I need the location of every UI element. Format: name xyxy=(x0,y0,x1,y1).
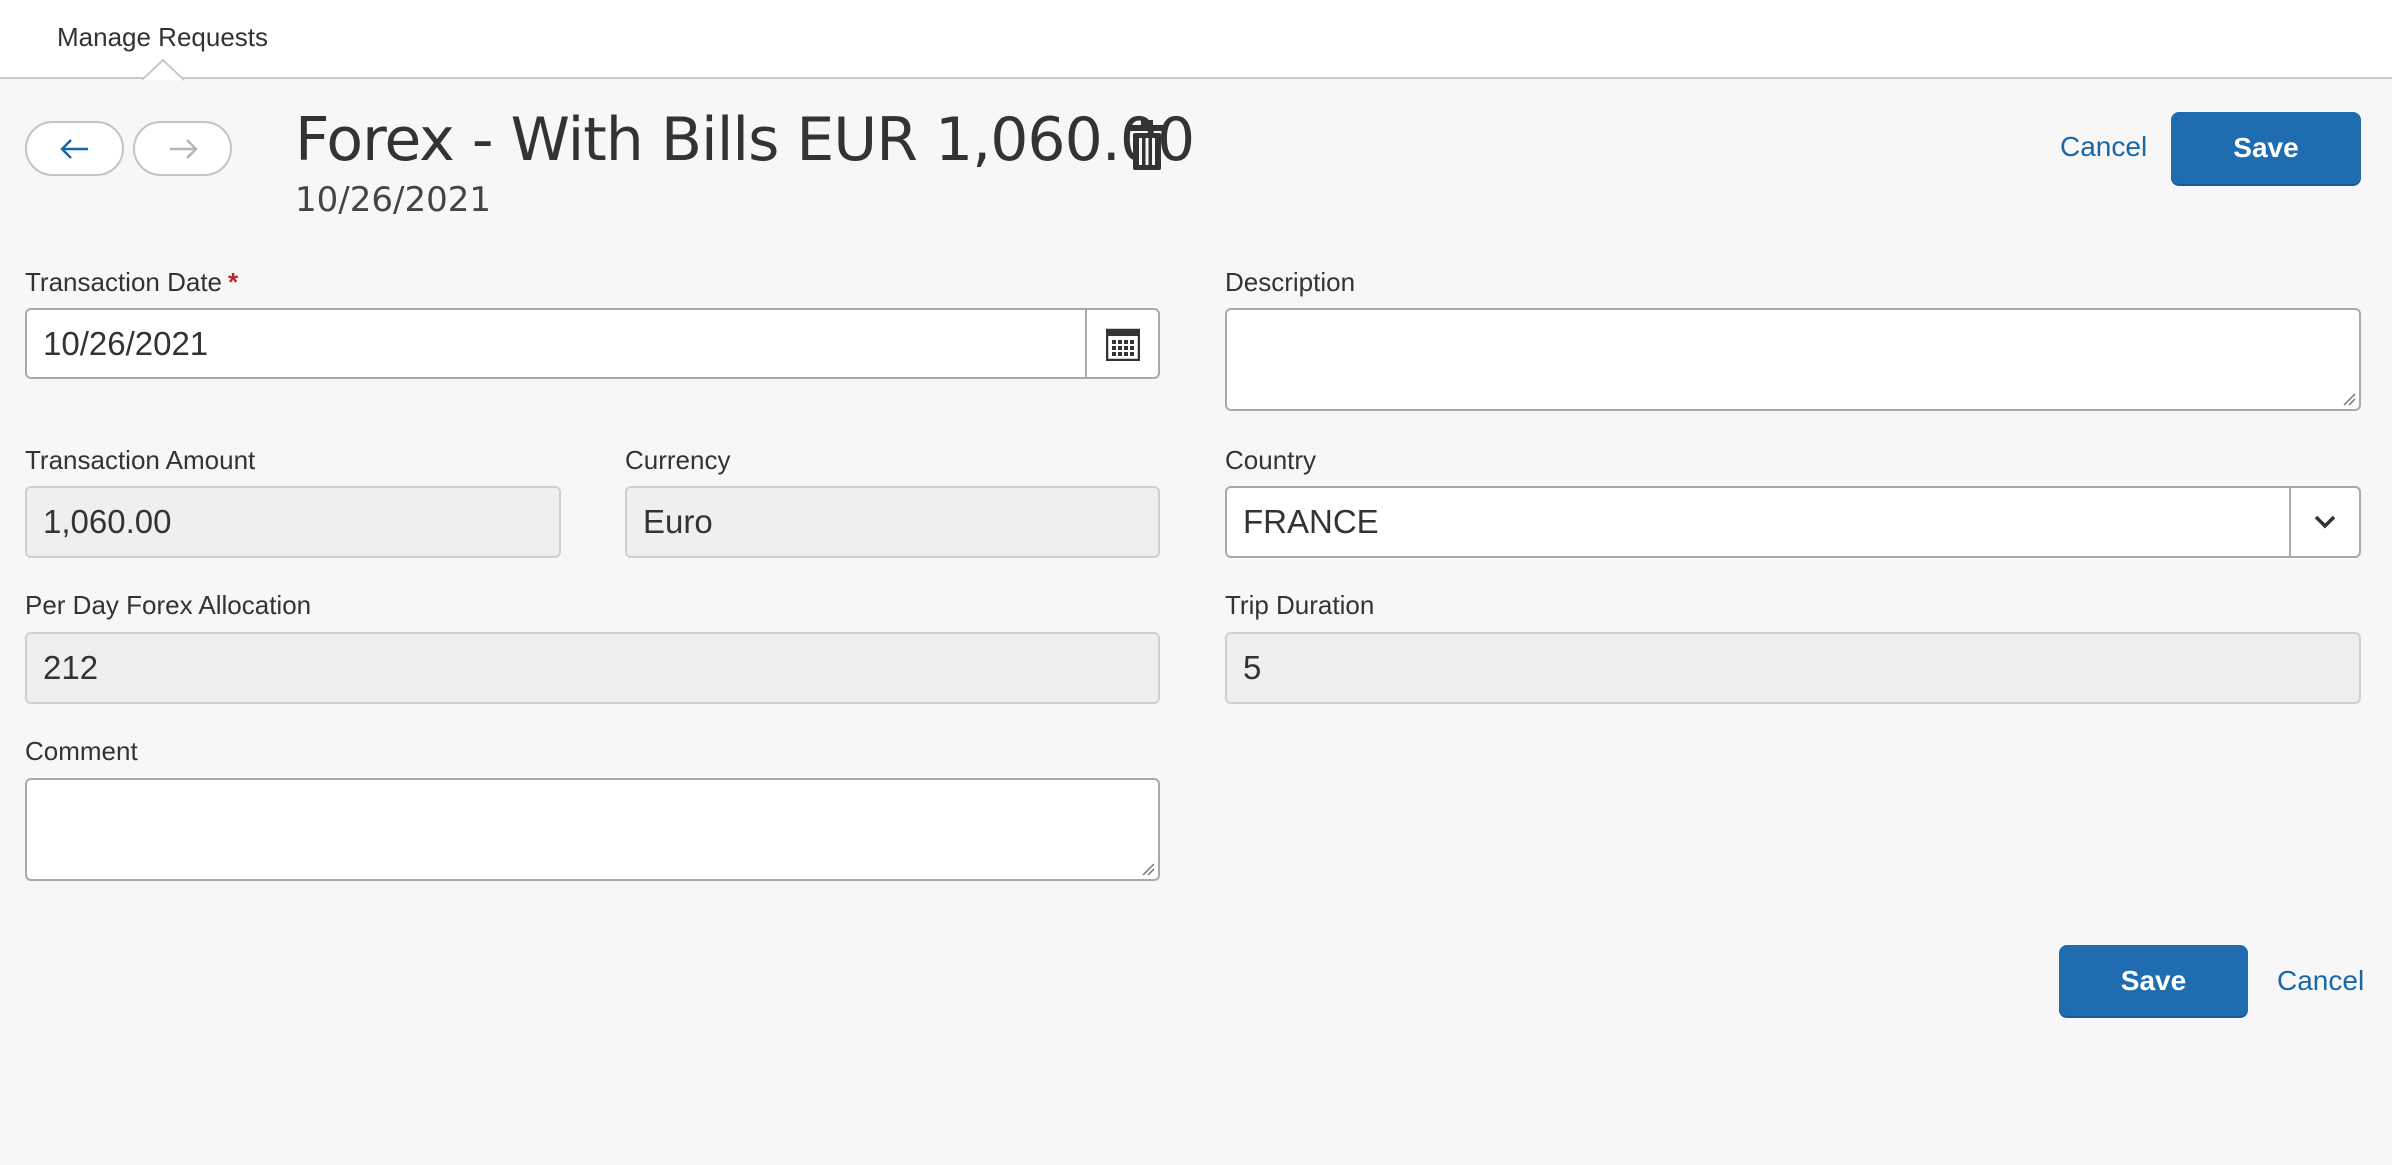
calendar-button[interactable] xyxy=(1085,310,1158,377)
comment-textarea[interactable] xyxy=(25,778,1160,881)
trash-icon[interactable] xyxy=(1130,120,1164,170)
description-textarea[interactable] xyxy=(1225,308,2361,411)
description-label: Description xyxy=(1225,267,1356,297)
page-date: 10/26/2021 xyxy=(295,180,491,220)
calendar-icon xyxy=(1105,328,1140,361)
previous-button[interactable] xyxy=(25,121,124,176)
save-button-bottom[interactable]: Save xyxy=(2059,945,2248,1016)
comment-label: Comment xyxy=(25,736,138,766)
currency-label: Currency xyxy=(625,445,731,475)
active-tab-caret-icon xyxy=(142,59,184,81)
transaction-date-field[interactable]: 10/26/2021 xyxy=(25,308,1160,379)
per-day-forex-field: 212 xyxy=(25,632,1160,704)
trip-duration-field: 5 xyxy=(1225,632,2361,704)
next-button[interactable] xyxy=(133,121,232,176)
chevron-down-icon xyxy=(2314,515,2336,529)
save-button-top[interactable]: Save xyxy=(2171,112,2361,184)
cancel-button-bottom[interactable]: Cancel xyxy=(2277,965,2364,997)
page-title: Forex - With Bills EUR 1,060.00 xyxy=(295,105,1195,175)
country-label: Country xyxy=(1225,445,1317,475)
per-day-forex-label: Per Day Forex Allocation xyxy=(25,590,312,620)
resize-grip-icon[interactable] xyxy=(1141,862,1155,876)
transaction-amount-label: Transaction Amount xyxy=(25,445,256,475)
country-dropdown-button[interactable] xyxy=(2289,488,2359,556)
currency-field: Euro xyxy=(625,486,1160,558)
transaction-amount-field: 1,060.00 xyxy=(25,486,561,558)
arrow-left-icon xyxy=(59,138,88,159)
tab-manage-requests[interactable]: Manage Requests xyxy=(57,22,268,53)
required-mark: * xyxy=(228,267,239,297)
resize-grip-icon[interactable] xyxy=(2342,392,2356,406)
country-select[interactable]: FRANCE xyxy=(1225,486,2361,558)
transaction-date-label: Transaction Date * xyxy=(25,267,239,297)
cancel-button-top[interactable]: Cancel xyxy=(2060,131,2147,163)
trip-duration-label: Trip Duration xyxy=(1225,590,1375,620)
arrow-right-icon xyxy=(169,138,198,159)
top-nav: Manage Requests xyxy=(0,0,2392,81)
